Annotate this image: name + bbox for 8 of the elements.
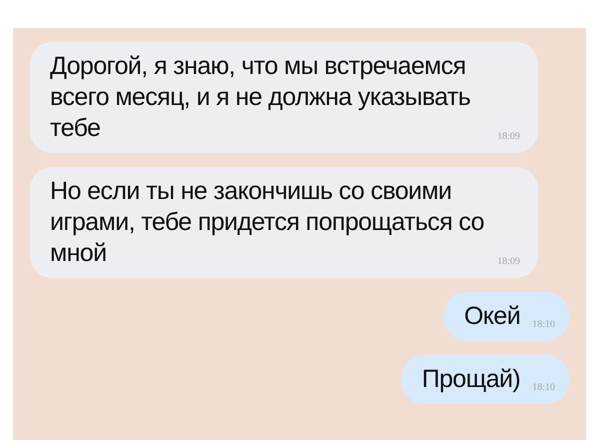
message-text: Окей <box>464 301 520 332</box>
message-text: Но если ты не закончишь со своими играми, тебе придется попрощаться со мной <box>50 176 486 269</box>
message-time: 18:10 <box>532 382 555 393</box>
message-text: Прощай) <box>422 364 520 395</box>
message-text: Дорогой, я знаю, что мы встречаемся всего месяц, и я не должна указывать тебе <box>50 51 472 144</box>
message-time: 18:10 <box>532 319 555 330</box>
message-time: 18:09 <box>497 256 520 267</box>
message-time: 18:09 <box>497 131 520 142</box>
